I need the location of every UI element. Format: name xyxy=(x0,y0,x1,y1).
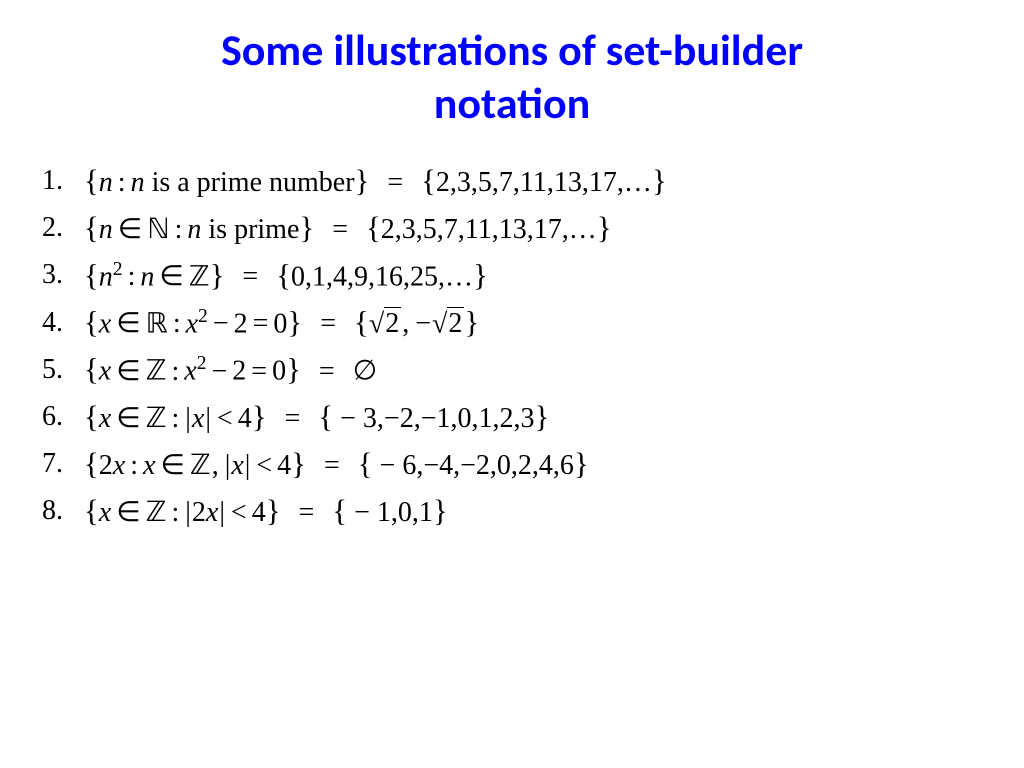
list-item: 6. {x∈ℤ:|x|<4} = { − 3,−2,−1,0,1,2,3} xyxy=(42,402,988,433)
item-number: 1. xyxy=(42,167,84,195)
slide: Some illustrations of set-builder notati… xyxy=(0,0,1024,768)
math-expression: {n∈ℕ:n is prime} = {2,3,5,7,11,13,17,…} xyxy=(84,213,612,244)
item-number: 7. xyxy=(42,450,84,478)
list-item: 8. {x∈ℤ:|2x|<4} = { − 1,0,1} xyxy=(42,496,988,527)
item-number: 2. xyxy=(42,214,84,242)
list-item: 4. {x∈ℝ:x2−2=0} = {√2,−√2} xyxy=(42,307,988,338)
math-expression: {x∈ℤ:x2−2=0} = ∅ xyxy=(84,354,377,385)
item-number: 4. xyxy=(42,309,84,337)
set-values: − 6,−4,−2,0,2,4,6 xyxy=(373,450,574,481)
title-line-2: notation xyxy=(434,76,590,130)
item-number: 3. xyxy=(42,261,84,289)
math-expression: {2x:x∈ℤ,|x|<4} = { − 6,−4,−2,0,2,4,6} xyxy=(84,449,589,480)
list-item: 1. {n:n is a prime number} = {2,3,5,7,11… xyxy=(42,166,988,197)
title-line-1: Some illustrations of set-builder xyxy=(221,23,803,77)
set-values: 2,3,5,7,11,13,17,… xyxy=(436,167,652,198)
math-expression: {n2:n∈ℤ} = {0,1,4,9,16,25,…} xyxy=(84,260,488,291)
list-item: 7. {2x:x∈ℤ,|x|<4} = { − 6,−4,−2,0,2,4,6} xyxy=(42,449,988,480)
set-values: 2,3,5,7,11,13,17,… xyxy=(381,214,597,245)
math-expression: {x∈ℝ:x2−2=0} = {√2,−√2} xyxy=(84,307,479,338)
set-values: − 3,−2,−1,0,1,2,3 xyxy=(333,403,534,434)
list-item: 5. {x∈ℤ:x2−2=0} = ∅ xyxy=(42,354,988,385)
math-expression: {x∈ℤ:|2x|<4} = { − 1,0,1} xyxy=(84,496,448,527)
list-item: 2. {n∈ℕ:n is prime} = {2,3,5,7,11,13,17,… xyxy=(42,213,988,244)
set-values: 0,1,4,9,16,25,… xyxy=(291,261,473,292)
list-item: 3. {n2:n∈ℤ} = {0,1,4,9,16,25,…} xyxy=(42,260,988,291)
item-number: 6. xyxy=(42,403,84,431)
math-expression: {n:n is a prime number} = {2,3,5,7,11,13… xyxy=(84,166,667,197)
item-number: 5. xyxy=(42,356,84,384)
text-fragment: is a prime number xyxy=(145,167,355,198)
math-expression: {x∈ℤ:|x|<4} = { − 3,−2,−1,0,1,2,3} xyxy=(84,402,549,433)
example-list: 1. {n:n is a prime number} = {2,3,5,7,11… xyxy=(36,166,988,527)
item-number: 8. xyxy=(42,497,84,525)
empty-set: ∅ xyxy=(353,356,377,387)
slide-title: Some illustrations of set-builder notati… xyxy=(36,24,988,130)
text-fragment: is prime xyxy=(201,214,299,245)
set-values: − 1,0,1 xyxy=(347,497,433,528)
